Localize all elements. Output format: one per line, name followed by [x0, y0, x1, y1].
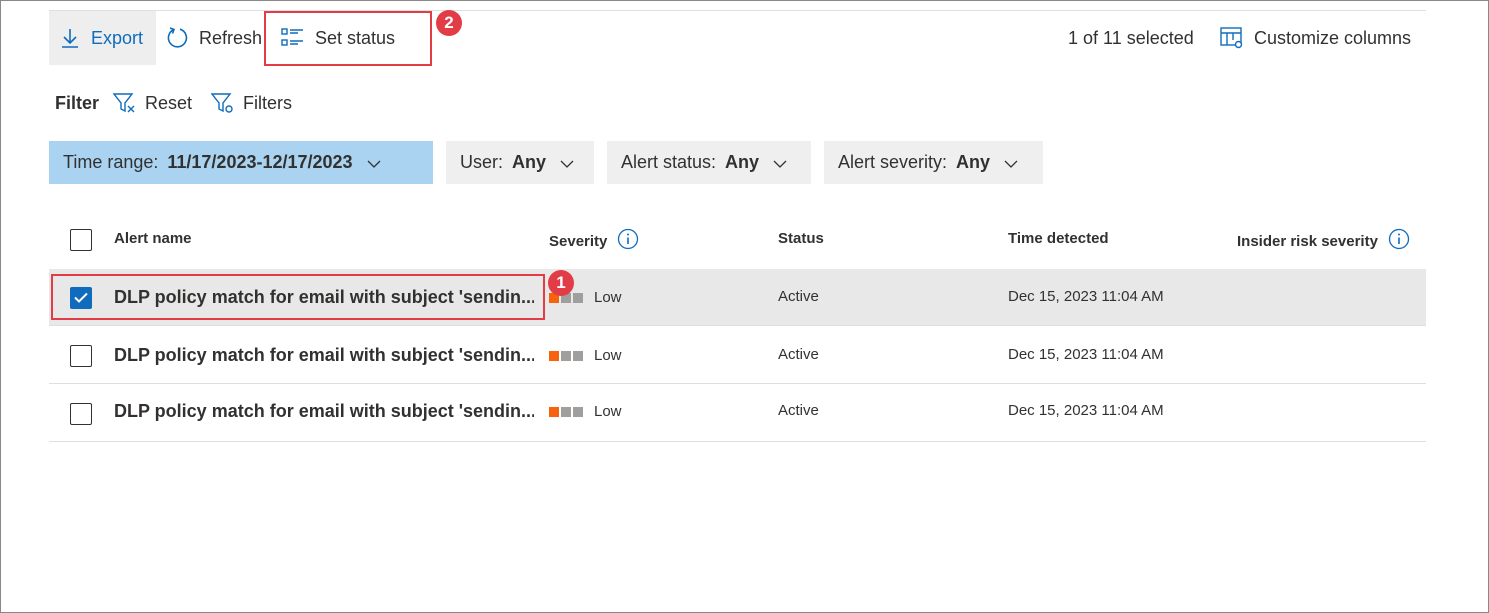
filter-clear-icon — [113, 92, 137, 114]
severity-label: Low — [594, 347, 622, 364]
pill-value: Any — [512, 152, 547, 172]
status-value: Active — [778, 402, 819, 419]
pill-name: Alert status: — [621, 152, 717, 172]
callout-highlight-row — [51, 274, 545, 320]
header-label: Alert name — [114, 230, 192, 247]
filter-settings-icon — [211, 92, 235, 114]
reset-label: Reset — [145, 92, 193, 113]
time-detected: Dec 15, 2023 11:04 AM — [1008, 346, 1164, 363]
filters-button[interactable]: Filters — [211, 88, 292, 118]
pill-name: Alert severity: — [838, 152, 948, 172]
status-value: Active — [778, 346, 819, 363]
row-checkbox[interactable] — [70, 345, 92, 367]
pill-name: Time range: — [63, 152, 159, 172]
row-checkbox[interactable] — [70, 403, 92, 425]
columns-settings-icon — [1220, 26, 1244, 50]
column-header-severity[interactable]: Severity — [549, 228, 639, 254]
customize-columns-label: Customize columns — [1254, 27, 1412, 48]
info-icon[interactable] — [1378, 228, 1410, 254]
refresh-label: Refresh — [199, 27, 263, 48]
filter-label: Filter — [55, 93, 100, 113]
callout-badge-2: 2 — [436, 10, 462, 36]
select-all-checkbox[interactable] — [70, 229, 92, 251]
chevron-down-icon — [773, 152, 787, 173]
alert-name[interactable]: DLP policy match for email with subject … — [114, 345, 534, 366]
alert-severity-filter[interactable]: Alert severity: Any — [824, 141, 1043, 184]
alert-status-filter[interactable]: Alert status: Any — [607, 141, 811, 184]
header-label: Insider risk severity — [1237, 232, 1378, 250]
table-row[interactable]: DLP policy match for email with subject … — [49, 327, 1426, 384]
time-detected: Dec 15, 2023 11:04 AM — [1008, 288, 1164, 305]
severity-indicator: Low — [549, 347, 622, 364]
filters-label: Filters — [243, 92, 292, 113]
status-value: Active — [778, 288, 819, 305]
header-label: Status — [778, 230, 824, 247]
info-icon[interactable] — [607, 228, 639, 254]
column-header-time-detected[interactable]: Time detected — [1008, 230, 1109, 247]
column-header-alert-name[interactable]: Alert name — [114, 230, 192, 247]
refresh-icon — [166, 26, 190, 50]
reset-filters-button[interactable]: Reset — [113, 88, 192, 118]
pill-name: User: — [460, 152, 504, 172]
header-label: Time detected — [1008, 230, 1109, 247]
column-header-status[interactable]: Status — [778, 230, 824, 247]
time-range-filter[interactable]: Time range: 11/17/2023-12/17/2023 — [49, 141, 433, 184]
refresh-button[interactable]: Refresh — [166, 11, 262, 65]
selection-count: 1 of 11 selected — [1068, 28, 1194, 48]
customize-columns-button[interactable]: Customize columns — [1220, 11, 1411, 65]
severity-indicator: Low — [549, 403, 622, 420]
pill-value: 11/17/2023-12/17/2023 — [167, 152, 353, 172]
callout-highlight-set-status — [264, 11, 432, 66]
header-label: Severity — [549, 232, 608, 250]
user-filter[interactable]: User: Any — [446, 141, 594, 184]
pill-value: Any — [725, 152, 760, 172]
callout-badge-1: 1 — [548, 270, 574, 296]
table-row[interactable]: DLP policy match for email with subject … — [49, 385, 1426, 442]
export-label: Export — [91, 27, 144, 48]
chevron-down-icon — [560, 152, 574, 173]
chevron-down-icon — [1004, 152, 1018, 173]
download-icon — [61, 27, 79, 49]
alert-name[interactable]: DLP policy match for email with subject … — [114, 401, 534, 422]
pill-value: Any — [956, 152, 991, 172]
export-button[interactable]: Export — [49, 11, 156, 65]
severity-label: Low — [594, 289, 622, 306]
chevron-down-icon — [367, 152, 381, 173]
time-detected: Dec 15, 2023 11:04 AM — [1008, 402, 1164, 419]
severity-label: Low — [594, 403, 622, 420]
column-header-insider-risk[interactable]: Insider risk severity — [1237, 228, 1410, 254]
